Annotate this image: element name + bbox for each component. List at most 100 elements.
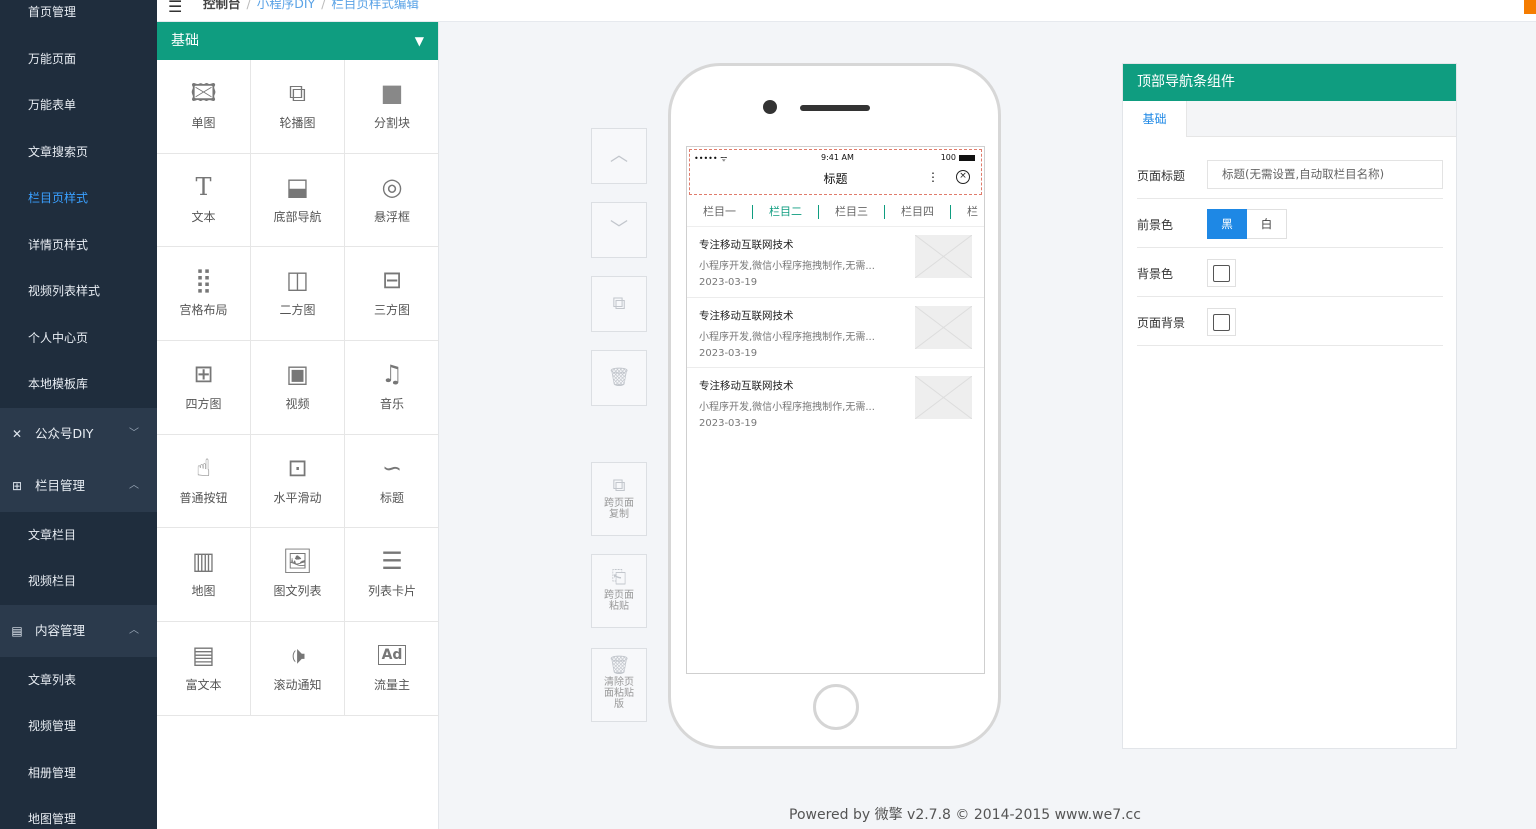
component-four-pane[interactable]: ⊞ 四方图 [157, 341, 251, 435]
sidebar: 首页管理 万能页面 万能表单 文章搜索页 栏目页样式 详情页样式 视频列表样式 … [0, 0, 157, 829]
component-title[interactable]: ∽ 标题 [345, 435, 439, 529]
column-tabs: 栏目一 栏目二 栏目三 栏目四 栏 [687, 197, 984, 227]
component-text[interactable]: T 文本 [157, 153, 251, 248]
sidebar-item-video-column[interactable]: 视频栏目 [0, 558, 157, 605]
move-down-button[interactable]: ﹀ [591, 202, 647, 258]
component-divider-block[interactable]: ■ 分割块 [345, 60, 439, 154]
breadcrumb-diy[interactable]: 小程序DIY [257, 0, 315, 11]
fg-white-option[interactable]: 白 [1247, 209, 1287, 239]
tab-column-5[interactable]: 栏 [951, 205, 984, 219]
component-label: 流量主 [373, 678, 410, 693]
component-ad[interactable]: Ad 流量主 [345, 622, 439, 716]
delete-button[interactable]: 🗑 [591, 350, 647, 406]
sidebar-group-content[interactable]: ▤ 内容管理 ︿ [0, 604, 157, 657]
component-palette: 基础 ▼ 🖾 单图 ⧉ 轮播图 ■ 分割块 T 文本 ⬓ 底部导航 ◎ 悬浮框 ⣿ 宫格布局 … [157, 22, 439, 829]
sidebar-group-label: 栏目管理 [35, 477, 86, 493]
tab-basic[interactable]: 基础 [1123, 101, 1187, 137]
sidebar-item-universal-form[interactable]: 万能表单 [0, 82, 157, 129]
tab-column-2[interactable]: 栏目二 [753, 204, 819, 219]
component-music[interactable]: ♫ 音乐 [345, 341, 439, 435]
clear-clipboard-button[interactable]: 🗑 清除页面粘贴版 [591, 648, 647, 722]
chevron-up-icon: ︿ [610, 145, 628, 166]
cross-page-copy-button[interactable]: ⧉ 跨页面复制 [591, 462, 647, 536]
component-three-pane[interactable]: ⊟ 三方图 [345, 247, 439, 342]
component-video[interactable]: ▣ 视频 [251, 341, 345, 435]
component-label: 标题 [379, 490, 404, 505]
component-map[interactable]: ▥ 地图 [157, 528, 251, 623]
sidebar-group-label: 公众号DIY [35, 425, 94, 441]
fg-black-option[interactable]: 黑 [1207, 209, 1247, 239]
component-bottom-nav[interactable]: ⬓ 底部导航 [251, 153, 345, 248]
copy-button[interactable]: ⧉ [591, 276, 647, 332]
apps-icon: ⊞ [11, 478, 23, 493]
settings-panel: 顶部导航条组件 基础 页面标题 标题(无需设置,自动取栏目名称) 前景色 黑 白… [1122, 63, 1457, 749]
caret-down-icon: ▼ [414, 34, 424, 48]
signal-indicator: ••••• ᯤ [694, 154, 728, 163]
paste-icon: ⎗ [611, 567, 627, 588]
sidebar-item-article-list[interactable]: 文章列表 [0, 657, 157, 704]
sidebar-item-column-style[interactable]: 栏目页样式 [0, 175, 157, 222]
sidebar-item-album-manage[interactable]: 相册管理 [0, 750, 157, 797]
page-bg-color-picker[interactable] [1207, 308, 1236, 336]
cross-paste-label: 跨页面粘贴 [604, 590, 634, 612]
component-label: 文本 [191, 209, 216, 224]
component-carousel[interactable]: ⧉ 轮播图 [251, 60, 345, 154]
sidebar-group-column[interactable]: ⊞ 栏目管理 ︿ [0, 459, 157, 512]
sidebar-group-public-diy[interactable]: ✕ 公众号DIY ﹀ [0, 407, 157, 460]
phone-home-button [813, 684, 859, 730]
sidebar-item-universal-page[interactable]: 万能页面 [0, 36, 157, 83]
component-scroll-notice[interactable]: 🕩 滚动通知 [251, 622, 345, 716]
menu-icon[interactable]: ☰ [168, 0, 186, 16]
chevron-up-icon: ︿ [129, 624, 139, 636]
sidebar-item-local-templates[interactable]: 本地模板库 [0, 361, 157, 408]
component-rich-text[interactable]: ▤ 富文本 [157, 622, 251, 716]
background-color-picker[interactable] [1207, 259, 1236, 287]
component-grid-layout[interactable]: ⣿ 宫格布局 [157, 247, 251, 342]
horizontal-scroll-icon: ⊡ [287, 453, 308, 482]
tab-column-4[interactable]: 栏目四 [885, 204, 951, 219]
component-button[interactable]: ☝ 普通按钮 [157, 434, 251, 529]
list-item[interactable]: 专注移动互联网技术 小程序开发,微信小程序拖拽制作,无需... 2023-03-… [687, 298, 984, 368]
component-float-box[interactable]: ◎ 悬浮框 [345, 154, 439, 248]
sidebar-item-article-search[interactable]: 文章搜索页 [0, 129, 157, 176]
three-pane-icon: ⊟ [381, 266, 403, 295]
list-card-icon: ☰ [381, 547, 403, 576]
sidebar-item-article-column[interactable]: 文章栏目 [0, 512, 157, 559]
cross-page-paste-button[interactable]: ⎗ 跨页面粘贴 [591, 554, 647, 628]
sidebar-item-detail-style[interactable]: 详情页样式 [0, 222, 157, 269]
battery-level: 100 [940, 153, 956, 162]
sidebar-item-user-center[interactable]: 个人中心页 [0, 315, 157, 362]
component-single-image[interactable]: 🖾 单图 [157, 60, 251, 154]
sidebar-item-home[interactable]: 首页管理 [0, 0, 157, 36]
top-nav-bar[interactable]: ••••• ᯤ 9:41 AM 100 标题 ⋮ × [689, 149, 982, 195]
component-horizontal-scroll[interactable]: ⊡ 水平滑动 [251, 434, 345, 529]
notification-badge[interactable] [1524, 0, 1536, 14]
list-item[interactable]: 专注移动互联网技术 小程序开发,微信小程序拖拽制作,无需... 2023-03-… [687, 227, 984, 298]
palette-header[interactable]: 基础 ▼ [157, 22, 438, 60]
move-up-button[interactable]: ︿ [591, 128, 647, 184]
list-item[interactable]: 专注移动互联网技术 小程序开发,微信小程序拖拽制作,无需... 2023-03-… [687, 368, 984, 439]
breadcrumb-console[interactable]: 控制台 [203, 0, 241, 11]
sidebar-group-label: 内容管理 [35, 622, 86, 638]
component-label: 四方图 [185, 397, 222, 412]
more-icon: ⋮ [927, 170, 939, 184]
component-two-pane[interactable]: ◫ 二方图 [251, 247, 345, 342]
tab-column-3[interactable]: 栏目三 [819, 204, 885, 219]
title-wave-icon: ∽ [381, 453, 403, 482]
two-pane-icon: ◫ [286, 266, 309, 295]
background-label: 背景色 [1137, 267, 1174, 281]
component-label: 单图 [191, 116, 216, 130]
button-icon: ☝ [196, 453, 211, 482]
sidebar-item-map-manage[interactable]: 地图管理 [0, 796, 157, 829]
sidebar-item-video-list-style[interactable]: 视频列表样式 [0, 268, 157, 315]
component-image-text-list[interactable]: 🖼 图文列表 [251, 528, 345, 623]
trash-icon: 🗑 [607, 655, 631, 676]
color-swatch [1213, 265, 1230, 282]
component-label: 图文列表 [273, 584, 322, 599]
sidebar-item-video-manage[interactable]: 视频管理 [0, 703, 157, 750]
phone-camera [763, 100, 777, 114]
copy-icon: ⧉ [612, 293, 626, 314]
page-title-input[interactable]: 标题(无需设置,自动取栏目名称) [1207, 160, 1443, 189]
component-list-card[interactable]: ☰ 列表卡片 [345, 528, 439, 623]
tab-column-1[interactable]: 栏目一 [687, 204, 753, 219]
